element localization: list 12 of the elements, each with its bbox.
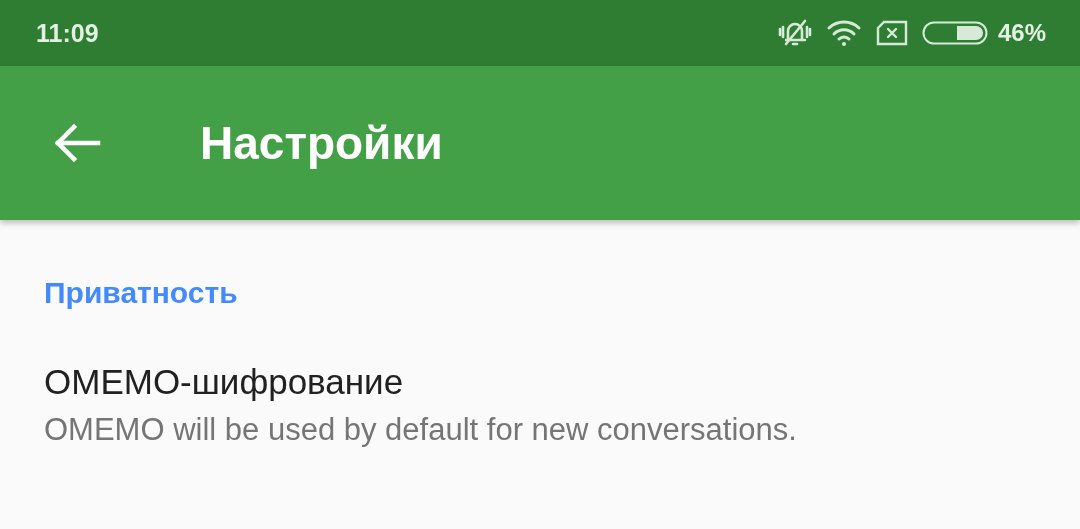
back-button[interactable] bbox=[54, 123, 102, 163]
section-header: Приватность bbox=[44, 276, 239, 310]
preference-item[interactable]: OMEMO-шифрование OMEMO will be used by default for new conversations. bbox=[44, 362, 1036, 448]
no-sim-icon bbox=[875, 20, 908, 46]
preference-title: OMEMO-шифрование bbox=[44, 362, 404, 402]
battery-icon bbox=[921, 21, 988, 45]
muted-bell-icon bbox=[777, 18, 812, 48]
preference-summary: OMEMO will be used by default for new conversations. bbox=[44, 412, 797, 448]
battery-percentage: 46% bbox=[997, 19, 1046, 47]
wifi-icon bbox=[825, 19, 862, 47]
clock-time: 11:09 bbox=[36, 18, 99, 48]
screen-title: Настройки bbox=[200, 116, 443, 170]
